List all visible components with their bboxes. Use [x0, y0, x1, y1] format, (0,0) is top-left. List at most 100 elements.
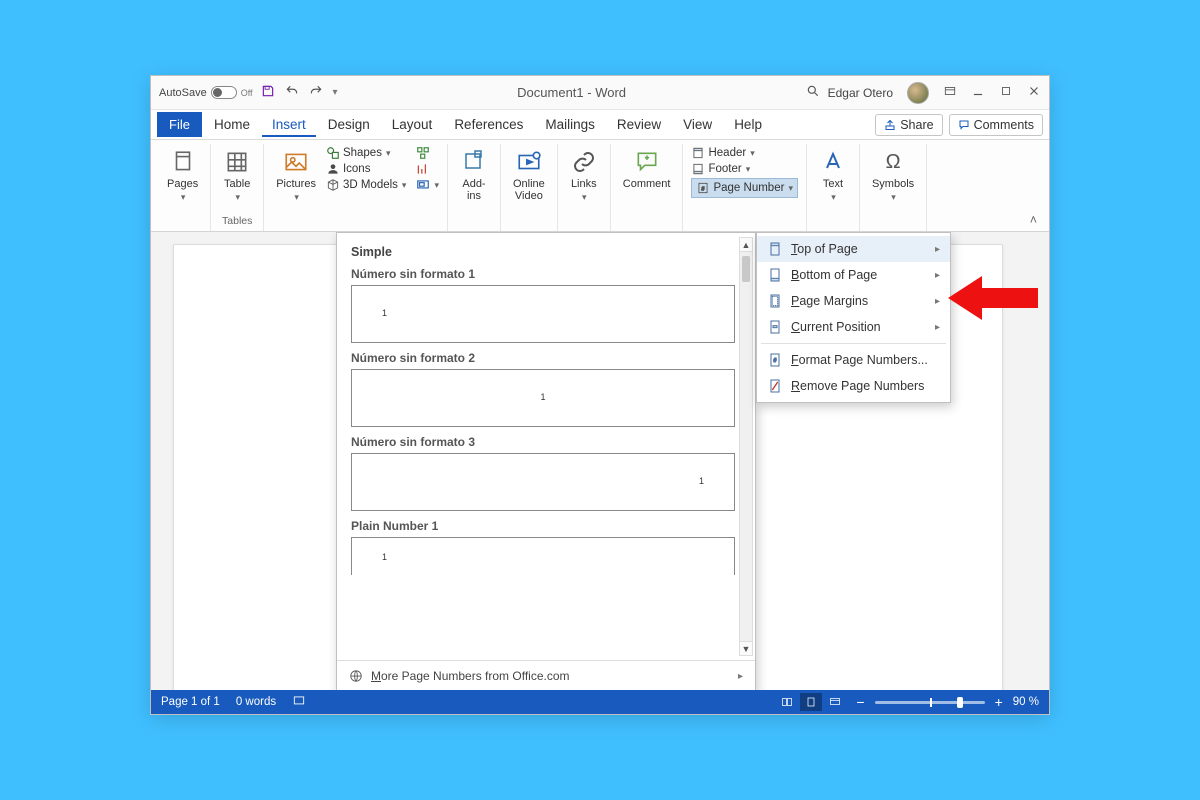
menu-format-page-numbers[interactable]: # Format Page Numbers...	[757, 347, 950, 373]
chevron-down-icon: ▾	[831, 192, 836, 203]
menu-remove-page-numbers[interactable]: Remove Page Numbers	[757, 373, 950, 399]
chart-button[interactable]	[416, 162, 439, 176]
menu-label: Remove Page Numbers	[791, 379, 940, 393]
addins-icon	[460, 148, 488, 176]
gallery-entry[interactable]: 1	[351, 537, 735, 575]
zoom-in-icon[interactable]: +	[995, 694, 1003, 710]
symbols-button[interactable]: Ω Symbols ▾	[868, 146, 918, 205]
footer-button[interactable]: Footer▾	[691, 162, 798, 176]
shapes-button[interactable]: Shapes▾	[326, 146, 407, 160]
ribbon-display-icon[interactable]	[943, 84, 957, 101]
gallery-scrollbar[interactable]: ▲ ▼	[739, 237, 753, 656]
gallery-entry[interactable]: 1	[351, 285, 735, 343]
screenshot-button[interactable]: ▾	[416, 178, 439, 192]
menu-current-position[interactable]: Current Position ▸	[757, 314, 950, 340]
print-layout-icon[interactable]	[800, 693, 822, 711]
minimize-icon[interactable]	[971, 84, 985, 101]
menu-page-margins[interactable]: Page Margins ▸	[757, 288, 950, 314]
pages-button[interactable]: Pages ▾	[163, 146, 202, 205]
tab-file[interactable]: File	[157, 112, 202, 137]
smartart-button[interactable]	[416, 146, 439, 160]
tab-insert[interactable]: Insert	[262, 112, 316, 137]
page-number-label: Page Number	[713, 182, 784, 194]
close-icon[interactable]	[1027, 84, 1041, 101]
chevron-right-icon: ▸	[935, 296, 940, 307]
menu-top-of-page[interactable]: Top of Page ▸	[757, 236, 950, 262]
chevron-right-icon: ▸	[935, 322, 940, 333]
tab-mailings[interactable]: Mailings	[535, 112, 605, 137]
avatar[interactable]	[907, 82, 929, 104]
gallery-category: Simple	[351, 245, 735, 259]
symbols-icon: Ω	[879, 148, 907, 176]
scroll-up-icon[interactable]: ▲	[740, 238, 752, 252]
icons-label: Icons	[343, 163, 371, 175]
page-number-button[interactable]: # Page Number▾	[691, 178, 798, 198]
zoom-level[interactable]: 90 %	[1013, 696, 1039, 708]
table-icon	[223, 148, 251, 176]
autosave-toggle[interactable]: AutoSave Off	[159, 86, 253, 99]
3d-models-button[interactable]: 3D Models▾	[326, 178, 407, 192]
chevron-down-icon: ▾	[891, 192, 896, 203]
preview-number: 1	[540, 392, 545, 402]
gallery-entry[interactable]: 1	[351, 453, 735, 511]
scroll-down-icon[interactable]: ▼	[740, 641, 752, 655]
account-name[interactable]: Edgar Otero	[828, 86, 893, 100]
chevron-right-icon: ▸	[738, 671, 743, 682]
status-words[interactable]: 0 words	[236, 696, 276, 708]
tab-view[interactable]: View	[673, 112, 722, 137]
table-button[interactable]: Table ▾	[219, 146, 255, 205]
maximize-icon[interactable]	[999, 84, 1013, 101]
comments-button[interactable]: Comments	[949, 114, 1043, 136]
menu-label: Bottom of Page	[791, 268, 927, 282]
comment-button[interactable]: Comment	[619, 146, 675, 192]
read-mode-icon[interactable]	[776, 693, 798, 711]
qat-customize-icon[interactable]: ▾	[333, 87, 338, 98]
chevron-down-icon: ▾	[181, 192, 186, 203]
collapse-ribbon-icon[interactable]: ˄	[1022, 209, 1045, 231]
save-icon[interactable]	[261, 84, 275, 101]
page-number-gallery: Simple Número sin formato 1 1 Número sin…	[336, 232, 756, 690]
header-button[interactable]: Header▾	[691, 146, 798, 160]
page-bottom-icon	[767, 267, 783, 283]
redo-icon[interactable]	[309, 84, 323, 101]
svg-text:#: #	[702, 186, 705, 192]
status-language-icon[interactable]	[292, 694, 306, 711]
icons-button[interactable]: Icons	[326, 162, 407, 176]
search-icon[interactable]	[806, 84, 820, 101]
preview-number: 1	[382, 308, 387, 318]
web-layout-icon[interactable]	[824, 693, 846, 711]
share-button[interactable]: Share	[875, 114, 942, 136]
pictures-button[interactable]: Pictures ▾	[272, 146, 320, 205]
tab-help[interactable]: Help	[724, 112, 772, 137]
page-number-menu: Top of Page ▸ Bottom of Page ▸ Page Marg…	[756, 232, 951, 403]
gallery-more-link[interactable]: More Page Numbers from Office.com ▸	[337, 660, 755, 690]
annotation-arrow	[948, 270, 1038, 326]
header-label: Header	[708, 147, 746, 159]
pages-icon	[169, 148, 197, 176]
tab-review[interactable]: Review	[607, 112, 671, 137]
undo-icon[interactable]	[285, 84, 299, 101]
tab-references[interactable]: References	[444, 112, 533, 137]
online-video-button[interactable]: Online Video	[509, 146, 549, 204]
autosave-state: Off	[241, 88, 253, 98]
text-button[interactable]: Text ▾	[815, 146, 851, 205]
pictures-label: Pictures	[276, 178, 316, 190]
zoom-knob[interactable]	[957, 697, 963, 708]
scroll-thumb[interactable]	[742, 256, 750, 282]
gallery-entry-name: Plain Number 1	[351, 519, 735, 533]
zoom-slider[interactable]	[875, 701, 985, 704]
status-page[interactable]: Page 1 of 1	[161, 696, 220, 708]
quick-access-toolbar: ▾	[261, 84, 338, 101]
online-video-label: Online Video	[513, 178, 545, 202]
zoom-out-icon[interactable]: −	[856, 694, 864, 710]
links-button[interactable]: Links ▾	[566, 146, 602, 205]
tab-home[interactable]: Home	[204, 112, 260, 137]
menu-bottom-of-page[interactable]: Bottom of Page ▸	[757, 262, 950, 288]
chevron-right-icon: ▸	[935, 244, 940, 255]
gallery-entry[interactable]: 1	[351, 369, 735, 427]
page-current-icon	[767, 319, 783, 335]
tab-layout[interactable]: Layout	[382, 112, 443, 137]
tab-design[interactable]: Design	[318, 112, 380, 137]
addins-button[interactable]: Add- ins	[456, 146, 492, 204]
symbols-label: Symbols	[872, 178, 914, 190]
